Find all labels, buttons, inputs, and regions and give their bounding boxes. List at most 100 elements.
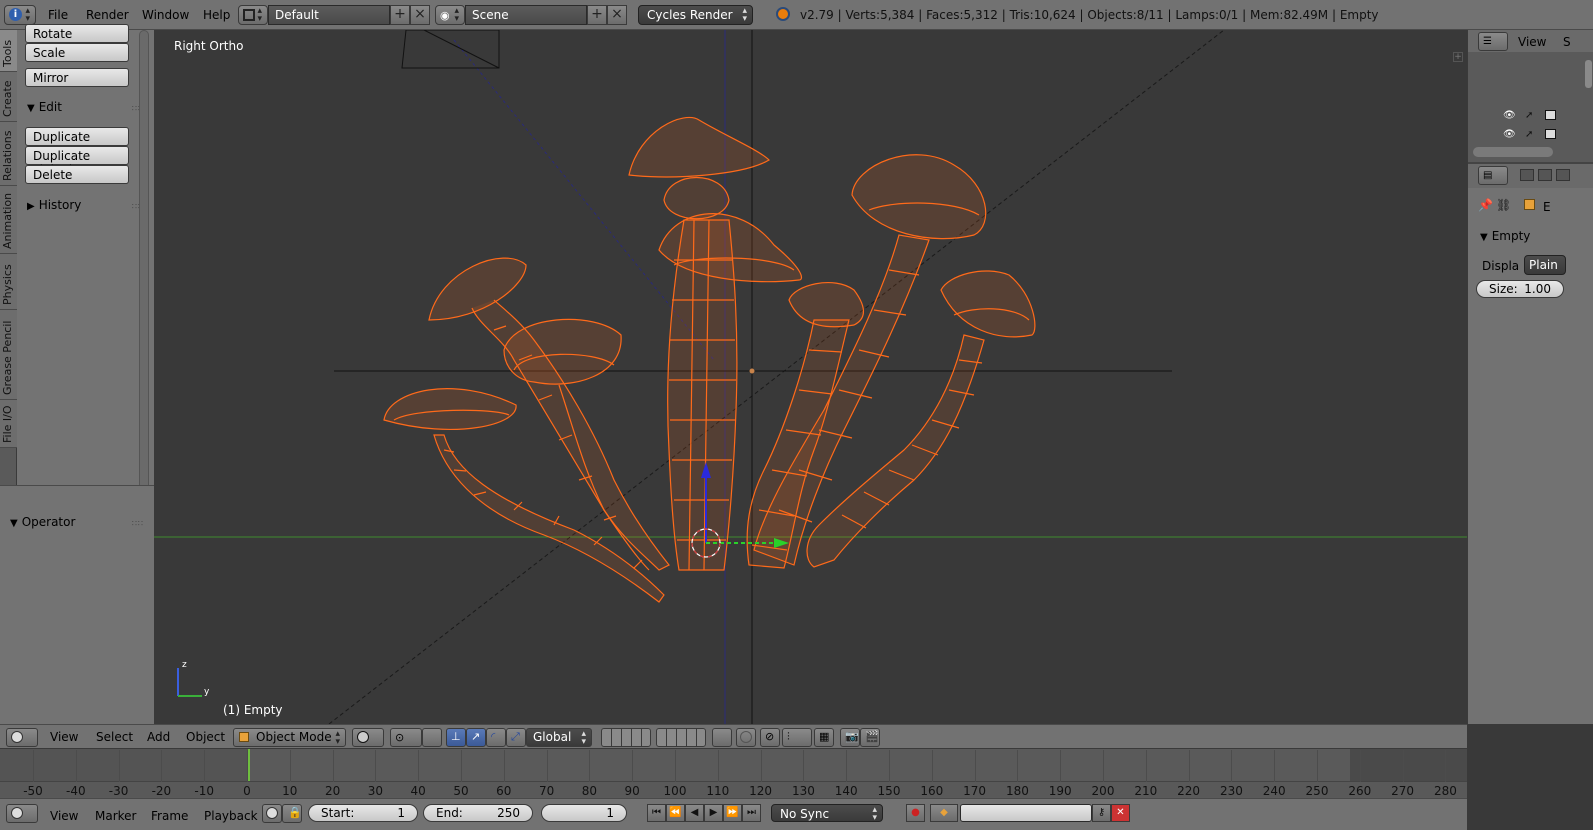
tab-animation[interactable]: Animation (0, 186, 17, 254)
region-expand-icon[interactable]: + (1453, 52, 1463, 62)
interaction-mode-dropdown[interactable]: Object Mode ▴ ▾ (233, 728, 346, 747)
grid-snap-button[interactable]: ▦ (814, 728, 834, 747)
rotate-button[interactable]: Rotate (25, 24, 129, 43)
display-type-dropdown[interactable]: Plain (1524, 255, 1566, 275)
scene-layers-bottom[interactable] (656, 728, 706, 747)
duplicate-button[interactable]: Duplicate (25, 127, 129, 146)
manipulator-toggle-button[interactable]: ⊥ (446, 728, 466, 747)
scale-manipulator-button[interactable]: ⤢ (506, 728, 526, 747)
view3d-editor-type-button[interactable] (6, 728, 38, 747)
sync-mode-dropdown[interactable]: No Sync ▴ ▾ (771, 804, 883, 823)
add-scene-button[interactable]: + (587, 5, 607, 25)
screen-layout-button[interactable]: ▴ ▾ (238, 5, 268, 25)
playback-menu[interactable]: Playback (204, 809, 258, 823)
insert-keyframe-button[interactable]: ⚷ (1092, 804, 1111, 822)
tab-physics[interactable]: Physics (0, 254, 17, 310)
mirror-button[interactable]: Mirror (25, 68, 129, 87)
add-menu[interactable]: Add (147, 730, 170, 744)
view-menu[interactable]: View (50, 730, 78, 744)
limit-selection-button[interactable] (422, 728, 442, 747)
keying-set-button[interactable]: ◆ (930, 804, 958, 822)
outliner-vscroll[interactable] (1585, 60, 1592, 88)
translate-manipulator-button[interactable]: ↗ (466, 728, 486, 747)
jump-start-button[interactable]: ⏮ (647, 804, 666, 822)
operator-panel-header[interactable]: ▼ Operator (10, 515, 75, 529)
use-preview-range-button[interactable] (262, 804, 282, 823)
scene-tab-icon[interactable] (1556, 169, 1570, 181)
render-animation-button[interactable]: 🎬 (860, 728, 880, 747)
camera-render-icon[interactable] (1545, 110, 1556, 120)
lock-layers-button[interactable] (712, 728, 732, 747)
cursor-icon[interactable]: ➚ (1525, 110, 1533, 121)
edit-panel-header[interactable]: ▼ Edit (27, 100, 62, 114)
play-reverse-button[interactable]: ◀ (685, 804, 704, 822)
render-image-button[interactable]: 📷 (840, 728, 860, 747)
menu-render[interactable]: Render (86, 8, 129, 22)
duplicate-linked-button[interactable]: Duplicate Linked (25, 146, 129, 177)
snap-element-button[interactable]: ⫶ (782, 728, 812, 747)
properties-editor-type-button[interactable]: ▤ (1478, 166, 1508, 185)
tool-shelf-scrollbar[interactable] (139, 30, 149, 505)
history-panel-header[interactable]: ▶ History (27, 198, 81, 212)
remove-scene-button[interactable]: × (607, 5, 627, 25)
lock-time-button[interactable]: 🔒 (282, 804, 302, 823)
outliner-tree[interactable]: 👁 ➚ 👁 ➚ (1468, 52, 1593, 177)
timeline-editor-type-button[interactable] (6, 804, 38, 823)
scene-browse-button[interactable]: ◉ ▴ ▾ (435, 5, 465, 25)
scene-layers-top[interactable] (601, 728, 651, 747)
object-menu[interactable]: Object (186, 730, 225, 744)
frame-start-field[interactable]: Start: 1 (308, 804, 418, 822)
timeline-editor[interactable]: -50 -40 -30 -20 -10 0 10 20 30 40 50 60 70 80 90 100 110… (0, 748, 1467, 798)
drag-grip-icon[interactable]: ∷∷ (132, 519, 144, 528)
timeline-view-menu[interactable]: View (50, 809, 78, 823)
outliner-scrollbar[interactable] (1473, 147, 1553, 157)
menu-help[interactable]: Help (203, 8, 230, 22)
frame-end-field[interactable]: End: 250 (423, 804, 533, 822)
jump-end-button[interactable]: ⏭ (742, 804, 761, 822)
pin-icon[interactable]: 📌 (1478, 198, 1493, 212)
camera-render-icon[interactable] (1545, 129, 1556, 139)
tab-create[interactable]: Create (0, 72, 17, 122)
menu-window[interactable]: Window (142, 8, 189, 22)
delete-button[interactable]: Delete (25, 165, 129, 184)
frame-menu[interactable]: Frame (151, 809, 188, 823)
size-field[interactable]: Size: 1.00 (1476, 280, 1564, 298)
proportional-edit-button[interactable] (736, 728, 756, 747)
viewport-shading-button[interactable] (352, 728, 384, 747)
render-tab-icon[interactable] (1520, 169, 1534, 181)
current-frame-indicator[interactable] (248, 749, 250, 785)
current-frame-field[interactable]: 1 (541, 804, 627, 822)
select-menu[interactable]: Select (96, 730, 133, 744)
eye-icon[interactable]: 👁 (1503, 110, 1516, 121)
pivot-point-button[interactable]: ⊙ (390, 728, 422, 747)
jump-keyframe-back-button[interactable]: ⏪ (666, 804, 685, 822)
3d-viewport[interactable]: Right Ortho z y (1) Empty + (154, 30, 1467, 724)
editor-type-button[interactable]: i ▴ ▾ (4, 5, 36, 25)
layers-tab-icon[interactable] (1538, 169, 1552, 181)
rotate-manipulator-button[interactable]: ◜ (486, 728, 506, 747)
transform-orientation-dropdown[interactable]: Global ▴ ▾ (526, 728, 592, 747)
add-layout-button[interactable]: + (390, 5, 410, 25)
tab-tools[interactable]: Tools (0, 30, 17, 72)
tab-relations[interactable]: Relations (0, 122, 17, 186)
menu-file[interactable]: File (48, 8, 68, 22)
tab-grease-pencil[interactable]: Grease Pencil (0, 310, 17, 400)
scale-button[interactable]: Scale (25, 43, 129, 62)
jump-keyframe-forward-button[interactable]: ⏩ (723, 804, 742, 822)
render-engine-dropdown[interactable]: Cycles Render ▴ ▾ (638, 5, 753, 25)
empty-panel-header[interactable]: ▼ Empty (1480, 229, 1530, 243)
layout-name-field[interactable]: Default (268, 5, 390, 25)
active-keying-set-field[interactable] (960, 804, 1092, 822)
outliner-search-menu[interactable]: S (1563, 35, 1571, 49)
outliner-editor-type-button[interactable]: ☰ (1478, 32, 1508, 51)
cursor-icon[interactable]: ➚ (1525, 129, 1533, 140)
auto-keying-button[interactable]: ● (906, 804, 925, 822)
marker-menu[interactable]: Marker (95, 809, 136, 823)
tab-file-io[interactable]: File I/O (0, 400, 17, 448)
snap-toggle-button[interactable]: ⊘ (760, 728, 780, 747)
scene-name-field[interactable]: Scene (465, 5, 587, 25)
outliner-view-menu[interactable]: View (1518, 35, 1546, 49)
timeline-ruler[interactable]: -50 -40 -30 -20 -10 0 10 20 30 40 50 60 70 80 90 100 110… (0, 750, 1467, 798)
play-button[interactable]: ▶ (704, 804, 723, 822)
remove-layout-button[interactable]: × (410, 5, 430, 25)
